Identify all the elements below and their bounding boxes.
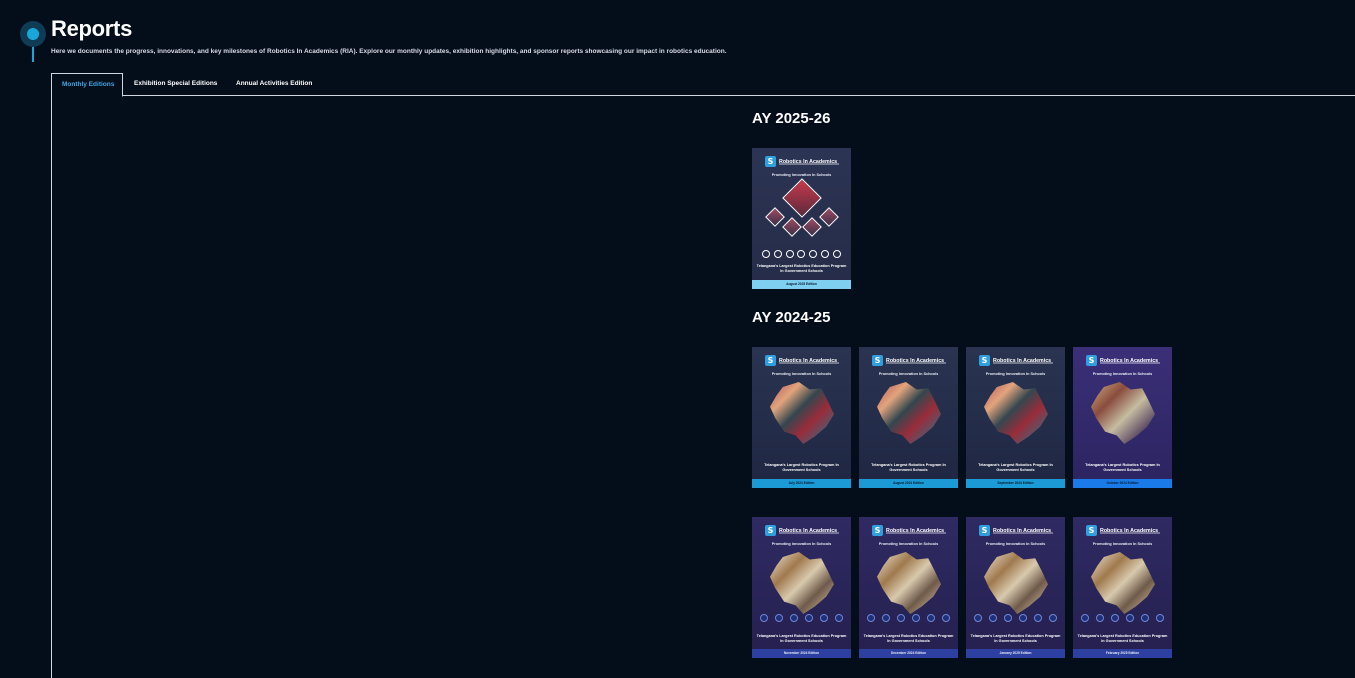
- report-cover[interactable]: S Robotics In Academics Promoting Innovat…: [752, 517, 851, 658]
- logo-subtitle-line: [1100, 362, 1160, 364]
- report-cover[interactable]: S Robotics In Academics Promoting Innovat…: [1073, 347, 1172, 488]
- cover-tagline: Promoting Innovation In Schools: [771, 372, 832, 376]
- ria-logo-icon: S: [1086, 355, 1097, 366]
- report-cover[interactable]: S Robotics In Academics Promoting Innovat…: [966, 347, 1065, 488]
- report-cover[interactable]: S Robotics In Academics Promoting Innovat…: [752, 347, 851, 488]
- ria-logo-icon: S: [979, 525, 990, 536]
- report-cover[interactable]: S Robotics In Academics Promoting Innovat…: [859, 517, 958, 658]
- logo-subtitle-line: [993, 362, 1053, 364]
- cover-photo-small: [765, 207, 785, 227]
- cover-map-collage: [770, 552, 834, 614]
- report-cover[interactable]: S Robotics In Academics Promoting Innovat…: [966, 517, 1065, 658]
- ria-logo-icon: S: [765, 525, 776, 536]
- logo-subtitle-line: [779, 532, 839, 534]
- tab-annual-activities-edition[interactable]: Annual Activities Edition: [226, 73, 322, 96]
- logo-subtitle-line: [779, 362, 839, 364]
- ria-logo-icon: S: [872, 525, 883, 536]
- cover-map-collage: [1091, 382, 1155, 444]
- cover-photo: [782, 178, 822, 218]
- cover-map-collage: [984, 382, 1048, 444]
- cover-caption: Telangana's Largest Robotics Education P…: [970, 634, 1061, 643]
- cover-map-collage: [984, 552, 1048, 614]
- tab-bar: Monthly Editions Exhibition Special Edit…: [51, 73, 1355, 97]
- ria-logo-icon: S: [979, 355, 990, 366]
- report-cover[interactable]: S Robotics In Academics Promoting Innovat…: [1073, 517, 1172, 658]
- cover-map-collage: [877, 382, 941, 444]
- cover-map-collage: [1091, 552, 1155, 614]
- section-heading-ay-2025-26: AY 2025-26: [752, 110, 831, 127]
- cover-caption: Telangana's Largest Robotics Education P…: [756, 264, 847, 273]
- logo-subtitle-line: [1100, 532, 1160, 534]
- cover-edition: October 2024 Edition: [1073, 479, 1172, 488]
- tab-monthly-editions[interactable]: Monthly Editions: [51, 73, 123, 97]
- cover-tagline: Promoting Innovation In Schools: [1092, 542, 1153, 546]
- logo-subtitle-line: [993, 532, 1053, 534]
- section-heading-ay-2024-25: AY 2024-25: [752, 309, 831, 326]
- cover-tagline: Promoting Innovation In Schools: [878, 542, 939, 546]
- cover-stats-row: [1081, 614, 1164, 624]
- ria-logo-icon: S: [872, 355, 883, 366]
- logo-subtitle-line: [886, 532, 946, 534]
- report-cover[interactable]: S Robotics In Academics Promoting Innovat…: [859, 347, 958, 488]
- logo-subtitle-line: [886, 362, 946, 364]
- cover-icon-row: [762, 250, 841, 258]
- logo-subtitle-line: [779, 163, 839, 165]
- timeline-marker-icon: [20, 21, 46, 47]
- panel-border: [51, 95, 52, 678]
- page-title: Reports: [51, 16, 133, 41]
- cover-edition: December 2024 Edition: [859, 649, 958, 658]
- cover-photo-small: [819, 207, 839, 227]
- cover-edition: August 2025 Edition: [752, 280, 851, 289]
- cover-stats-row: [974, 614, 1057, 624]
- cover-tagline: Promoting Innovation In Schools: [985, 372, 1046, 376]
- cover-stats-row: [867, 614, 950, 624]
- cover-photo-small: [782, 217, 802, 237]
- cover-caption: Telangana's Largest Robotics Program In …: [871, 463, 946, 472]
- cover-tagline: Promoting Innovation In Schools: [878, 372, 939, 376]
- cover-edition: January 2025 Edition: [966, 649, 1065, 658]
- cover-edition: August 2024 Edition: [859, 479, 958, 488]
- report-cover[interactable]: S Robotics In Academics Promoting Innovat…: [752, 148, 851, 289]
- cover-tagline: Promoting Innovation In Schools: [1092, 372, 1153, 376]
- cover-tagline: Promoting Innovation In Schools: [771, 173, 832, 177]
- cover-edition: September 2024 Edition: [966, 479, 1065, 488]
- cover-caption: Telangana's Largest Robotics Program In …: [764, 463, 839, 472]
- cover-caption: Telangana's Largest Robotics Education P…: [863, 634, 954, 643]
- cover-map-collage: [877, 552, 941, 614]
- cover-caption: Telangana's Largest Robotics Education P…: [756, 634, 847, 643]
- cover-caption: Telangana's Largest Robotics Education P…: [1077, 634, 1168, 643]
- cover-edition: July 2024 Edition: [752, 479, 851, 488]
- cover-edition: February 2025 Edition: [1073, 649, 1172, 658]
- cover-stats-row: [760, 614, 843, 624]
- ria-logo-icon: S: [765, 355, 776, 366]
- ria-logo-icon: S: [1086, 525, 1097, 536]
- cover-caption: Telangana's Largest Robotics Program In …: [1085, 463, 1160, 472]
- cover-caption: Telangana's Largest Robotics Program In …: [978, 463, 1053, 472]
- cover-tagline: Promoting Innovation In Schools: [985, 542, 1046, 546]
- cover-map-collage: [770, 382, 834, 444]
- page-description: Here we documents the progress, innovati…: [51, 48, 727, 55]
- cover-tagline: Promoting Innovation In Schools: [771, 542, 832, 546]
- cover-photo-small: [802, 217, 822, 237]
- tab-exhibition-special-editions[interactable]: Exhibition Special Editions: [124, 73, 227, 96]
- cover-edition: November 2024 Edition: [752, 649, 851, 658]
- ria-logo-icon: S: [765, 156, 776, 167]
